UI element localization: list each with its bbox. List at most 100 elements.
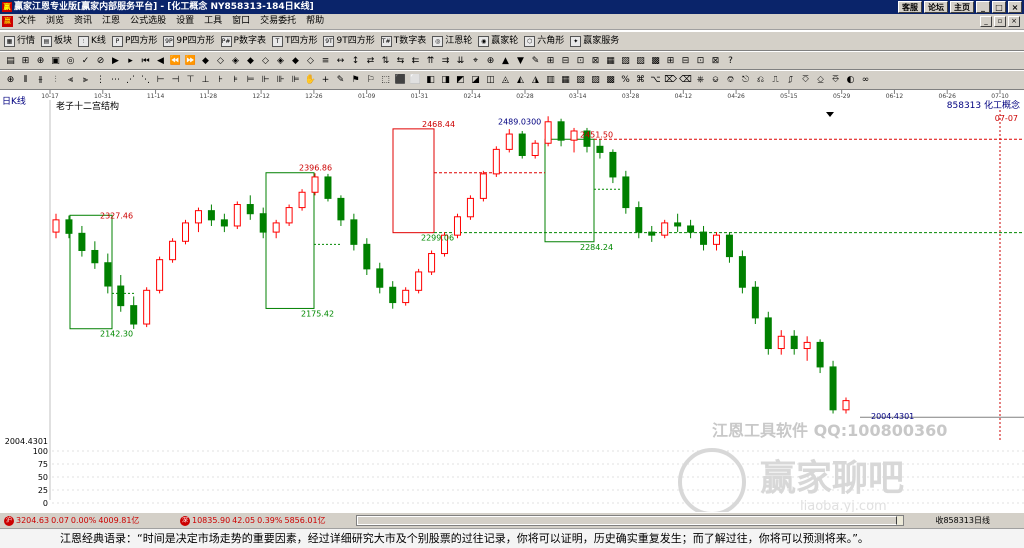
candle-body[interactable]	[648, 231, 656, 236]
candle-body[interactable]	[91, 249, 99, 264]
draw-tool-7-icon[interactable]: ▶	[109, 55, 122, 68]
toolbar-item-winner-wheel[interactable]: ◉ 赢家轮	[478, 34, 518, 48]
draw-tool-31-icon[interactable]: ⌖	[469, 55, 482, 68]
draw-tool-21-icon[interactable]: ≡	[319, 55, 332, 68]
candle-body[interactable]	[609, 151, 617, 178]
draw-tool-27-icon[interactable]: ⇇	[409, 55, 422, 68]
draw-tool-3-icon[interactable]: ▣	[49, 55, 62, 68]
analysis-tool-22-icon[interactable]: ✎	[334, 74, 347, 87]
analysis-tool-50-icon[interactable]: ⎌	[754, 74, 767, 87]
horizontal-scrollbar[interactable]	[356, 515, 904, 526]
draw-tool-48-icon[interactable]: ?	[724, 55, 737, 68]
analysis-tool-17-icon[interactable]: ⊩	[259, 74, 272, 87]
analysis-tool-46-icon[interactable]: ⎈	[694, 74, 707, 87]
candle-body[interactable]	[842, 400, 850, 411]
analysis-tool-9-icon[interactable]: ⋱	[139, 74, 152, 87]
analysis-tool-23-icon[interactable]: ⚑	[349, 74, 362, 87]
draw-tool-12-icon[interactable]: ⏩	[184, 55, 197, 68]
candle-body[interactable]	[65, 219, 73, 234]
gann-box-3[interactable]	[544, 138, 595, 243]
candle-body[interactable]	[415, 271, 423, 291]
analysis-tool-54-icon[interactable]: ⎐	[814, 74, 827, 87]
menu-file[interactable]: 文件	[18, 14, 36, 29]
candle-body[interactable]	[687, 225, 695, 233]
draw-tool-5-icon[interactable]: ✓	[79, 55, 92, 68]
candle-body[interactable]	[143, 289, 151, 325]
candle-body[interactable]	[829, 366, 837, 411]
draw-tool-24-icon[interactable]: ⇄	[364, 55, 377, 68]
analysis-tool-8-icon[interactable]: ⋰	[124, 74, 137, 87]
analysis-tool-36-icon[interactable]: ▥	[544, 74, 557, 87]
candle-body[interactable]	[130, 305, 138, 325]
draw-tool-39-icon[interactable]: ⊠	[589, 55, 602, 68]
sh-index-status[interactable]: 沪 3204.63 0.07 0.00% 4009.81亿	[4, 515, 139, 527]
candle-body[interactable]	[492, 148, 500, 175]
candle-body[interactable]	[764, 317, 772, 350]
candle-body[interactable]	[790, 335, 798, 350]
mdi-close-button[interactable]: ×	[1008, 16, 1020, 27]
candle-body[interactable]	[816, 341, 824, 368]
analysis-tool-27-icon[interactable]: ⬜	[409, 74, 422, 87]
analysis-tool-5-icon[interactable]: ⫸	[79, 74, 92, 87]
toolbar-item-kline[interactable]: ⫶ K线	[78, 34, 106, 48]
toolbar-item-t-table[interactable]: T# T数字表	[380, 34, 426, 48]
analysis-tool-7-icon[interactable]: ⋯	[109, 74, 122, 87]
kline-chart[interactable]: 10-17 10-31 11-14 11-28 12-12 12-26 01-09 01-31…	[0, 90, 1024, 516]
draw-tool-43-icon[interactable]: ▩	[649, 55, 662, 68]
candle-body[interactable]	[324, 176, 332, 199]
candle-body[interactable]	[272, 222, 280, 233]
analysis-tool-18-icon[interactable]: ⊪	[274, 74, 287, 87]
draw-tool-19-icon[interactable]: ◆	[289, 55, 302, 68]
analysis-tool-20-icon[interactable]: ✋	[304, 74, 317, 87]
analysis-tool-26-icon[interactable]: ⬛	[394, 74, 407, 87]
menu-info[interactable]: 资讯	[74, 14, 92, 29]
analysis-tool-10-icon[interactable]: ⊢	[154, 74, 167, 87]
candle-body[interactable]	[389, 286, 397, 304]
candle-body[interactable]	[182, 222, 190, 242]
analysis-tool-39-icon[interactable]: ▨	[589, 74, 602, 87]
draw-tool-40-icon[interactable]: ▦	[604, 55, 617, 68]
analysis-tool-44-icon[interactable]: ⌦	[664, 74, 677, 87]
candle-body[interactable]	[661, 222, 669, 236]
candle-body[interactable]	[738, 256, 746, 288]
draw-tool-16-icon[interactable]: ◆	[244, 55, 257, 68]
draw-tool-11-icon[interactable]: ⏪	[169, 55, 182, 68]
toolbar-item-9p-square[interactable]: 9P 9P四方形	[163, 34, 215, 48]
analysis-tool-43-icon[interactable]: ⌥	[649, 74, 662, 87]
menu-browse[interactable]: 浏览	[46, 14, 64, 29]
analysis-tool-57-icon[interactable]: ∞	[859, 74, 872, 87]
analysis-tool-38-icon[interactable]: ▧	[574, 74, 587, 87]
candle-body[interactable]	[466, 197, 474, 218]
candle-body[interactable]	[194, 210, 202, 224]
menu-tools[interactable]: 工具	[204, 14, 222, 29]
analysis-tool-19-icon[interactable]: ⊫	[289, 74, 302, 87]
candle-body[interactable]	[117, 285, 125, 307]
draw-tool-47-icon[interactable]: ⊠	[709, 55, 722, 68]
draw-tool-38-icon[interactable]: ⊡	[574, 55, 587, 68]
toolbar-item-p-square[interactable]: P P四方形	[111, 34, 157, 48]
candle-body[interactable]	[596, 145, 604, 153]
candle-body[interactable]	[479, 173, 487, 199]
draw-tool-30-icon[interactable]: ⇊	[454, 55, 467, 68]
gann-box-1[interactable]	[265, 172, 315, 309]
analysis-tool-37-icon[interactable]: ▦	[559, 74, 572, 87]
draw-tool-4-icon[interactable]: ◎	[64, 55, 77, 68]
candle-body[interactable]	[169, 240, 177, 261]
home-button[interactable]: 主页	[950, 1, 974, 13]
candle-body[interactable]	[803, 341, 811, 350]
draw-tool-36-icon[interactable]: ⊞	[544, 55, 557, 68]
mdi-minimize-button[interactable]: _	[980, 16, 992, 27]
draw-tool-8-icon[interactable]: ▸	[124, 55, 137, 68]
candle-body[interactable]	[207, 210, 215, 221]
draw-tool-29-icon[interactable]: ⇉	[439, 55, 452, 68]
candle-body[interactable]	[622, 176, 630, 209]
analysis-tool-42-icon[interactable]: ⌘	[634, 74, 647, 87]
analysis-tool-13-icon[interactable]: ⊥	[199, 74, 212, 87]
customer-service-button[interactable]: 客服	[898, 1, 922, 13]
analysis-tool-25-icon[interactable]: ⬚	[379, 74, 392, 87]
analysis-tool-40-icon[interactable]: ▩	[604, 74, 617, 87]
toolbar-item-t-square[interactable]: T T四方形	[271, 34, 317, 48]
analysis-tool-1-icon[interactable]: ⫴	[19, 74, 32, 87]
draw-tool-10-icon[interactable]: ◀	[154, 55, 167, 68]
analysis-tool-0-icon[interactable]: ⊕	[4, 74, 17, 87]
